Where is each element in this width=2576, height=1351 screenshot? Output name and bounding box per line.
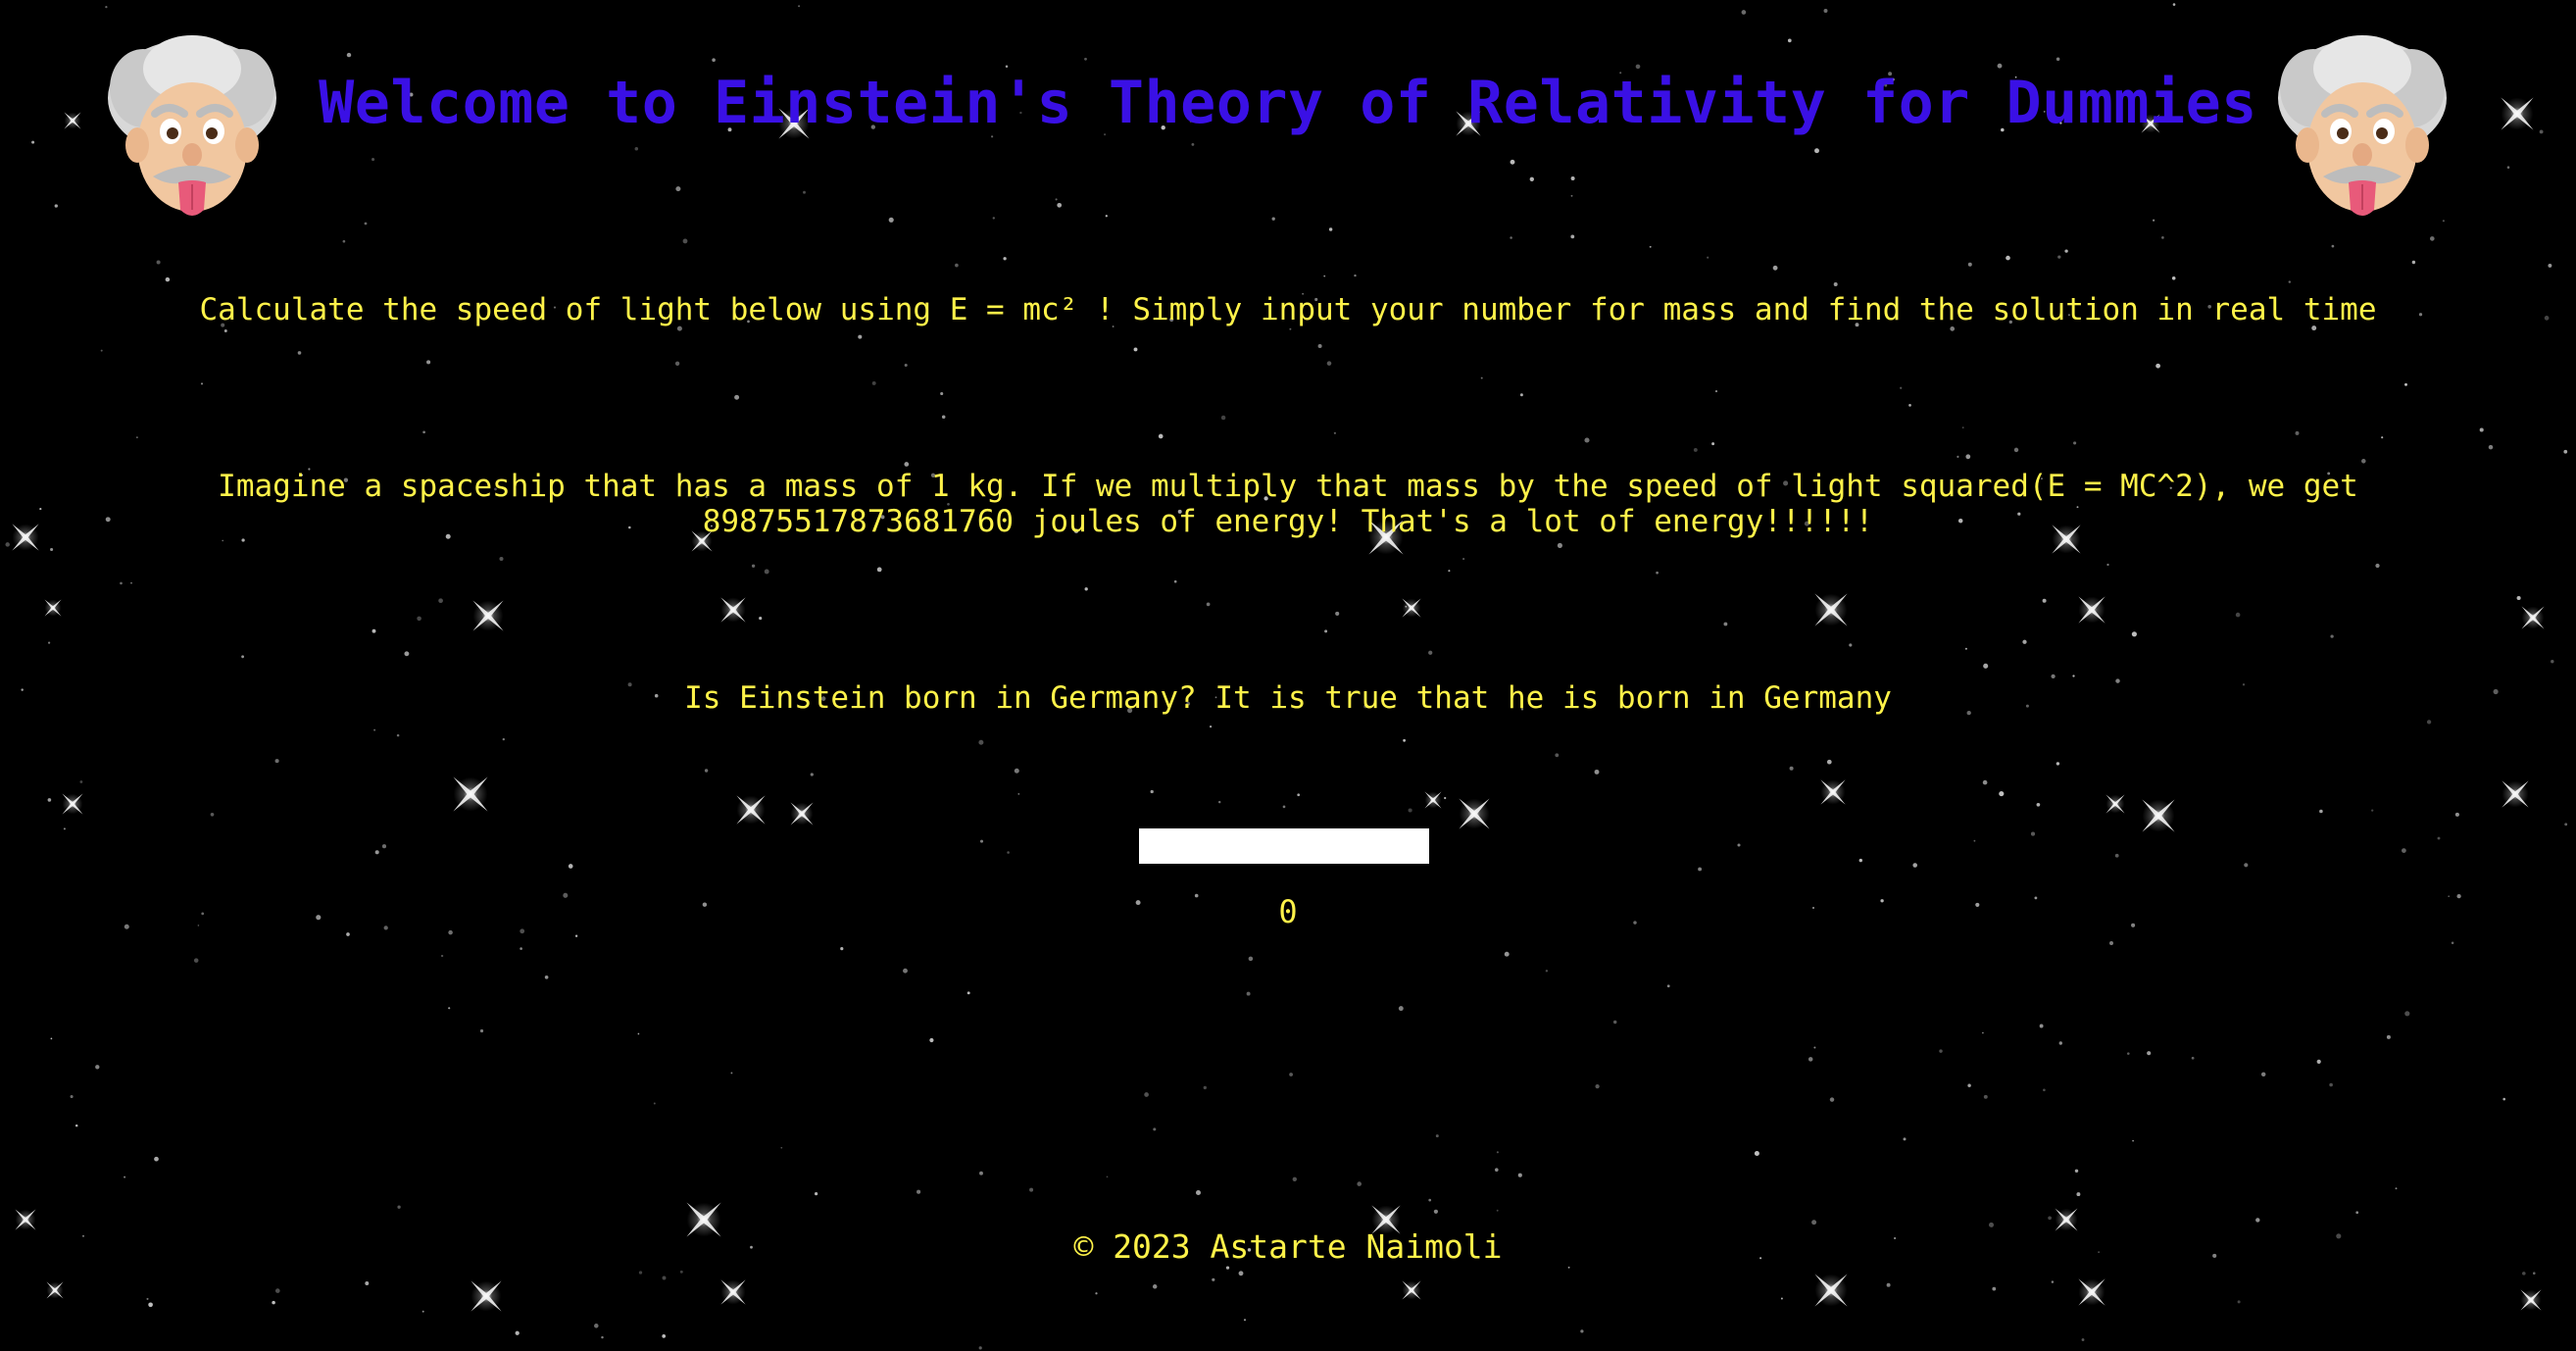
copyright-footer: © 2023 Astarte Naimoli	[1073, 1227, 1503, 1266]
energy-result: 0	[1278, 893, 1298, 930]
einstein-portrait-icon	[2278, 35, 2447, 216]
page-content: Welcome to Einstein's Theory of Relativi…	[0, 0, 2576, 1351]
mass-input[interactable]	[1139, 828, 1429, 864]
page-title: Welcome to Einstein's Theory of Relativi…	[319, 69, 2257, 137]
page-header: Welcome to Einstein's Theory of Relativi…	[0, 29, 2576, 216]
spaceship-fact-text: Imagine a spaceship that has a mass of 1…	[218, 469, 2358, 539]
einstein-birthplace-text: Is Einstein born in Germany? It is true …	[684, 680, 1892, 716]
calculator-intro-text: Calculate the speed of light below using…	[199, 292, 2377, 327]
